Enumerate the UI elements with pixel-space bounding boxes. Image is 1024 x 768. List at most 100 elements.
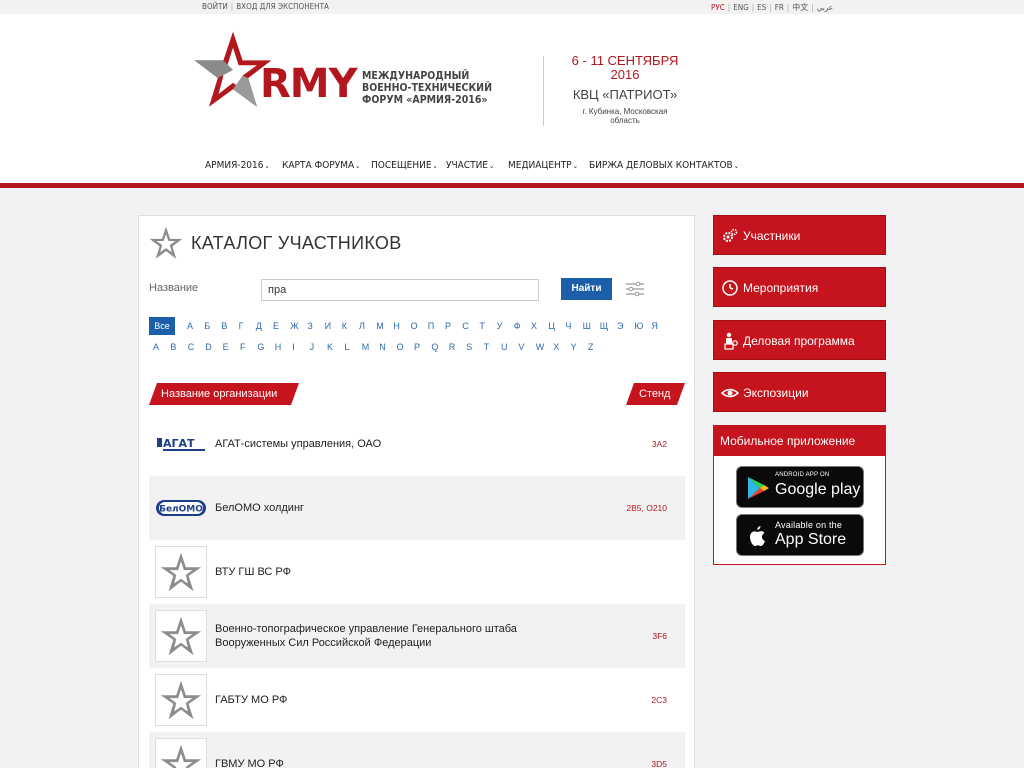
table-row[interactable]: БелОМО БелОМО холдинг 2B5, O210	[149, 476, 685, 540]
separator: |	[751, 3, 755, 12]
table-row[interactable]: АГАТ АГАТ-системы управления, ОАО 3А2	[149, 412, 685, 476]
sidebar-button-events[interactable]: Мероприятия	[713, 267, 886, 307]
alphabet-letter[interactable]: Д	[256, 321, 262, 331]
alphabet-letter[interactable]: N	[379, 342, 386, 352]
army-star-logo-icon	[155, 610, 207, 662]
nav-item-participation[interactable]: Участие⌄	[446, 160, 494, 171]
alphabet-letter[interactable]: Ф	[514, 321, 521, 331]
alphabet-letter[interactable]: G	[257, 342, 264, 352]
alphabet-letter[interactable]: H	[275, 342, 282, 352]
sidebar-button-expositions[interactable]: Экспозиции	[713, 372, 886, 412]
agat-logo-text: АГАТ	[163, 437, 195, 450]
alphabet-letter[interactable]: Х	[531, 321, 537, 331]
lang-zh[interactable]: 中文	[792, 3, 808, 12]
alphabet-letter[interactable]: Z	[588, 342, 594, 352]
alphabet-letter[interactable]: А	[187, 321, 193, 331]
alphabet-letter[interactable]: К	[342, 321, 347, 331]
alphabet-letter[interactable]: В	[221, 321, 227, 331]
alphabet-letter[interactable]: A	[153, 342, 159, 352]
alphabet-letter[interactable]: T	[484, 342, 490, 352]
alphabet-letter[interactable]: О	[411, 321, 418, 331]
alphabet-letter[interactable]: Р	[445, 321, 451, 331]
alphabet-letter[interactable]: J	[310, 342, 315, 352]
alphabet-letter[interactable]: Ж	[290, 321, 298, 331]
alphabet-letter[interactable]: Ч	[565, 321, 571, 331]
alphabet-all[interactable]: Все	[149, 317, 175, 335]
alphabet-letter[interactable]: L	[344, 342, 349, 352]
alphabet-letter[interactable]: З	[307, 321, 312, 331]
alphabet-letter[interactable]: У	[497, 321, 503, 331]
alphabet-letter[interactable]: Т	[479, 321, 485, 331]
nav-item-exchange[interactable]: Биржа деловых контактов⌄	[589, 160, 739, 171]
alphabet-letter[interactable]: X	[553, 342, 559, 352]
separator: |	[769, 3, 772, 12]
lang-ru[interactable]: РУС	[711, 3, 725, 12]
lang-fr[interactable]: FR	[775, 3, 784, 12]
event-city: г. Кубинка, Московская область	[582, 107, 668, 125]
alphabet-letter[interactable]: I	[292, 342, 295, 352]
alphabet-letter[interactable]: Y	[571, 342, 577, 352]
alphabet-letter[interactable]: U	[501, 342, 508, 352]
find-button[interactable]: Найти	[561, 278, 612, 300]
alphabet-letter[interactable]: И	[325, 321, 331, 331]
nav-item-visit[interactable]: Посещение⌄	[371, 160, 438, 171]
alphabet-letter[interactable]: Э	[617, 321, 623, 331]
lang-ar[interactable]: عربي	[817, 3, 833, 12]
alphabet-letter[interactable]: E	[223, 342, 229, 352]
belomo-logo-text: БелОМО	[159, 505, 203, 515]
table-row[interactable]: ВТУ ГШ ВС РФ	[149, 540, 685, 604]
app-store-button[interactable]: Available on the App Store	[736, 514, 864, 556]
nav-item-map[interactable]: Карта форума⌄	[282, 160, 360, 171]
chevron-down-icon: ⌄	[489, 162, 495, 170]
gears-icon	[723, 228, 738, 242]
alphabet-letter[interactable]: S	[466, 342, 472, 352]
alphabet-letter[interactable]: Б	[204, 321, 210, 331]
nav-item-media[interactable]: Медиацентр⌄	[508, 160, 578, 171]
alphabet-letter[interactable]: Q	[431, 342, 438, 352]
search-input[interactable]	[261, 279, 539, 301]
alphabet-letter[interactable]: Щ	[600, 321, 608, 331]
alphabet-letter[interactable]: Ш	[583, 321, 591, 331]
chevron-down-icon: ⌄	[264, 162, 270, 170]
mobile-app-box: Мобильное приложение ANDROID APP ON Goog…	[713, 425, 886, 565]
google-play-button[interactable]: ANDROID APP ON Google play	[736, 466, 864, 508]
alphabet-letter[interactable]: П	[428, 321, 434, 331]
exhibitor-login-link[interactable]: Вход для экспонента	[236, 2, 329, 11]
alphabet-letter[interactable]: F	[240, 342, 246, 352]
sidebar-button-participants[interactable]: Участники	[713, 215, 886, 255]
alphabet-letter[interactable]: P	[414, 342, 420, 352]
google-play-icon	[748, 477, 769, 499]
table-row[interactable]: ГАБТУ МО РФ 2C3	[149, 668, 685, 732]
alphabet-letter[interactable]: K	[327, 342, 333, 352]
alphabet-letter[interactable]: V	[518, 342, 524, 352]
nav-item-army[interactable]: Армия-2016⌄	[205, 160, 270, 171]
lang-en[interactable]: ENG	[733, 3, 749, 12]
alphabet-letter[interactable]: Ц	[548, 321, 555, 331]
alphabet-letter[interactable]: Н	[393, 321, 400, 331]
column-header-stand[interactable]: Стенд	[626, 383, 685, 405]
alphabet-letter[interactable]: B	[170, 342, 176, 352]
alphabet-letter[interactable]: R	[449, 342, 456, 352]
logo-wordmark[interactable]: RMY	[260, 64, 358, 104]
column-header-organization[interactable]: Название организации	[149, 383, 299, 405]
table-row[interactable]: Военно-топографическое управление Генера…	[149, 604, 685, 668]
alphabet-letter[interactable]: D	[205, 342, 212, 352]
alphabet-letter[interactable]: М	[376, 321, 384, 331]
login-link[interactable]: Войти	[202, 2, 228, 11]
lang-es[interactable]: ES	[757, 3, 766, 12]
alphabet-letter[interactable]: Я	[651, 321, 658, 331]
alphabet-letter[interactable]: W	[536, 342, 545, 352]
alphabet-letter[interactable]: O	[397, 342, 404, 352]
alphabet-letter[interactable]: Г	[239, 321, 244, 331]
alphabet-letter[interactable]: С	[462, 321, 469, 331]
page-title: КАТАЛОГ УЧАСТНИКОВ	[191, 233, 402, 253]
table-row[interactable]: ГВМУ МО РФ 3D5	[149, 732, 685, 768]
alphabet-letter[interactable]: M	[362, 342, 370, 352]
filter-settings-icon[interactable]	[626, 280, 644, 298]
sidebar-button-business-program[interactable]: Деловая программа	[713, 320, 886, 360]
alphabet-letter[interactable]: Л	[359, 321, 365, 331]
google-play-big-text: Google play	[775, 481, 861, 498]
alphabet-letter[interactable]: Е	[273, 321, 279, 331]
alphabet-letter[interactable]: Ю	[634, 321, 643, 331]
alphabet-letter[interactable]: C	[188, 342, 195, 352]
